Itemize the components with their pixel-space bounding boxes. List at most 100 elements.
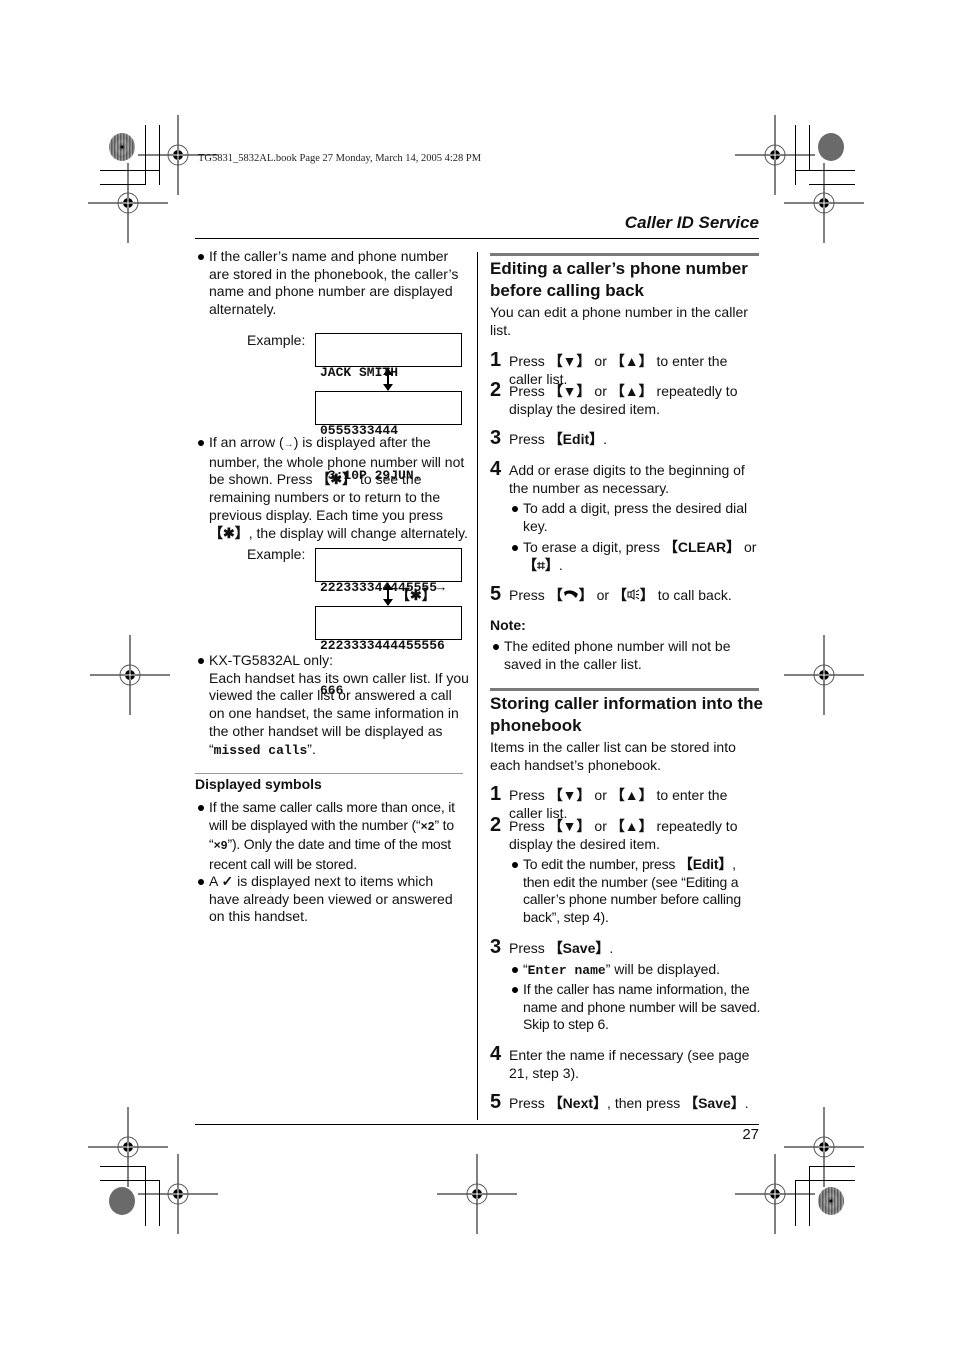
note-label: Note: bbox=[490, 617, 526, 633]
phone-handset-icon bbox=[563, 590, 578, 598]
bullet-text: is displayed next to items which have al… bbox=[209, 873, 453, 925]
up-key: 【▲】 bbox=[610, 818, 653, 834]
step-number: 3 bbox=[490, 936, 502, 958]
down-key: 【▼】 bbox=[548, 383, 591, 399]
next-key: 【Next】 bbox=[548, 1095, 608, 1111]
down-key: 【▼】 bbox=[548, 353, 591, 369]
editing-step-5: Press 【】 or 【】 to call back. bbox=[509, 587, 732, 603]
gray-target-icon bbox=[109, 1187, 135, 1215]
editing-step-2: Press 【▼】 or 【▲】 repeatedly to display t… bbox=[509, 383, 738, 417]
arrow-icon: → bbox=[283, 439, 294, 450]
bullet-text: If an arrow ( bbox=[209, 434, 284, 450]
talk-key: 【】 bbox=[548, 587, 593, 603]
bullet-text: The edited phone number will not be save… bbox=[504, 638, 731, 672]
column-divider bbox=[477, 252, 478, 1120]
crosshair-icon bbox=[89, 634, 171, 716]
storing-step-3-sub-display: “Enter name” will be displayed. bbox=[512, 961, 763, 980]
crosshair-icon bbox=[734, 114, 816, 196]
editing-step-4-sub-erase: To erase a digit, press 【CLEAR】 or 【⌗】. bbox=[512, 539, 763, 574]
up-key: 【▲】 bbox=[610, 787, 653, 803]
step-number: 1 bbox=[490, 783, 502, 805]
step-number: 3 bbox=[490, 427, 502, 449]
speaker-key: 【】 bbox=[612, 587, 654, 603]
bullet-checkmark: A ✓ is displayed next to items which hav… bbox=[198, 873, 467, 926]
multiplier-symbol: ×9 bbox=[213, 839, 228, 854]
save-key: 【Save】 bbox=[684, 1095, 745, 1111]
subsection-rule bbox=[195, 773, 463, 774]
section-bar bbox=[490, 688, 759, 691]
storing-step-4: Enter the name if necessary (see page 21… bbox=[509, 1047, 750, 1081]
starburst-target-icon bbox=[109, 133, 135, 161]
crosshair-icon bbox=[436, 1153, 518, 1235]
header-rule bbox=[195, 238, 759, 239]
star-key: 【✱】 bbox=[316, 471, 357, 488]
bullet-title: KX-TG5832AL only: bbox=[209, 652, 333, 668]
storing-step-2: Press 【▼】 or 【▲】 repeatedly to display t… bbox=[509, 818, 738, 852]
star-key: 【✱】 bbox=[209, 524, 249, 541]
storing-step-3: Press 【Save】. bbox=[509, 940, 614, 956]
bullet-text: To add a digit, press the desired dial k… bbox=[523, 500, 748, 534]
storing-intro: Items in the caller list can be stored i… bbox=[490, 739, 736, 773]
crosshair-icon bbox=[87, 1106, 169, 1188]
bullet-text: , the display will change alternately. bbox=[248, 524, 468, 541]
checkmark-icon: ✓ bbox=[221, 873, 234, 889]
gray-target-icon bbox=[818, 133, 844, 161]
crosshair-icon bbox=[87, 162, 169, 244]
step-number: 1 bbox=[490, 349, 502, 371]
down-key: 【▼】 bbox=[548, 787, 591, 803]
step-number: 4 bbox=[490, 458, 502, 480]
editing-step-4-sub-add: To add a digit, press the desired dial k… bbox=[512, 500, 763, 535]
crosshair-icon bbox=[783, 1106, 865, 1188]
speakerphone-icon bbox=[627, 589, 640, 600]
crosshair-icon bbox=[783, 162, 865, 244]
crosshair-icon bbox=[734, 1153, 816, 1235]
example-label: Example: bbox=[247, 546, 306, 562]
bullet-model-note: KX-TG5832AL only: Each handset has its o… bbox=[198, 652, 471, 759]
crosshair-icon bbox=[783, 634, 865, 716]
edit-key: 【Edit】 bbox=[678, 856, 733, 872]
multiplier-symbol: ×2 bbox=[420, 819, 435, 834]
bullet-phonebook-display: If the caller’s name and phone number ar… bbox=[198, 248, 467, 319]
alternate-arrow-icon bbox=[383, 368, 393, 391]
lcd-display-truncated: 222333344445555→ 3:10P 29JUN. bbox=[315, 548, 462, 640]
bullet-text: ”. bbox=[307, 740, 316, 757]
pound-key: 【⌗】 bbox=[523, 556, 559, 573]
editing-section-heading: Editing a caller’s phone number before c… bbox=[490, 259, 748, 300]
up-key: 【▲】 bbox=[610, 383, 653, 399]
bullet-text: A bbox=[209, 873, 222, 889]
alternate-arrow-icon bbox=[383, 583, 393, 606]
bullet-arrow-display: If an arrow (→) is displayed after the n… bbox=[198, 434, 469, 542]
save-key: 【Save】 bbox=[548, 940, 610, 956]
storing-step-3-sub-info: If the caller has name information, the … bbox=[512, 981, 763, 1034]
editing-step-4: Add or erase digits to the beginning of … bbox=[509, 462, 745, 496]
print-info: TG5831_5832AL.book Page 27 Monday, March… bbox=[198, 153, 482, 164]
footer-rule bbox=[195, 1124, 759, 1125]
section-title: Caller ID Service bbox=[624, 213, 759, 232]
lcd-line: 2223333444455556 bbox=[320, 638, 445, 653]
lcd-display-remaining: 2223333444455556 666 bbox=[315, 606, 462, 698]
down-key: 【▼】 bbox=[548, 818, 591, 834]
missed-calls-text: missed calls bbox=[213, 742, 308, 758]
editing-intro: You can edit a phone number in the calle… bbox=[490, 304, 748, 338]
step-number: 5 bbox=[490, 583, 502, 605]
clear-key: 【CLEAR】 bbox=[663, 539, 741, 555]
storing-section-heading: Storing caller information into the phon… bbox=[490, 694, 763, 735]
example-label: Example: bbox=[247, 332, 306, 348]
lcd-display-number: 0555333444 3:10P 29JUN. bbox=[315, 391, 462, 483]
star-key: 【✱】 bbox=[396, 587, 436, 603]
step-number: 4 bbox=[490, 1043, 502, 1065]
starburst-target-icon bbox=[818, 1187, 844, 1215]
bullet-text: If the same caller calls more than once,… bbox=[209, 799, 455, 833]
storing-step-5: Press 【Next】, then press 【Save】. bbox=[509, 1095, 749, 1111]
bullet-repeat-caller: If the same caller calls more than once,… bbox=[198, 799, 467, 874]
storing-step-2-sub: To edit the number, press 【Edit】, then e… bbox=[512, 856, 763, 927]
edit-key: 【Edit】 bbox=[548, 431, 604, 447]
section-bar bbox=[490, 253, 759, 256]
step-number: 2 bbox=[490, 814, 502, 836]
page-number: 27 bbox=[742, 1126, 759, 1143]
up-key: 【▲】 bbox=[610, 353, 653, 369]
crosshair-icon bbox=[137, 1153, 219, 1235]
step-number: 5 bbox=[490, 1091, 502, 1113]
enter-name-text: Enter name bbox=[527, 963, 606, 978]
displayed-symbols-heading: Displayed symbols bbox=[195, 776, 322, 792]
